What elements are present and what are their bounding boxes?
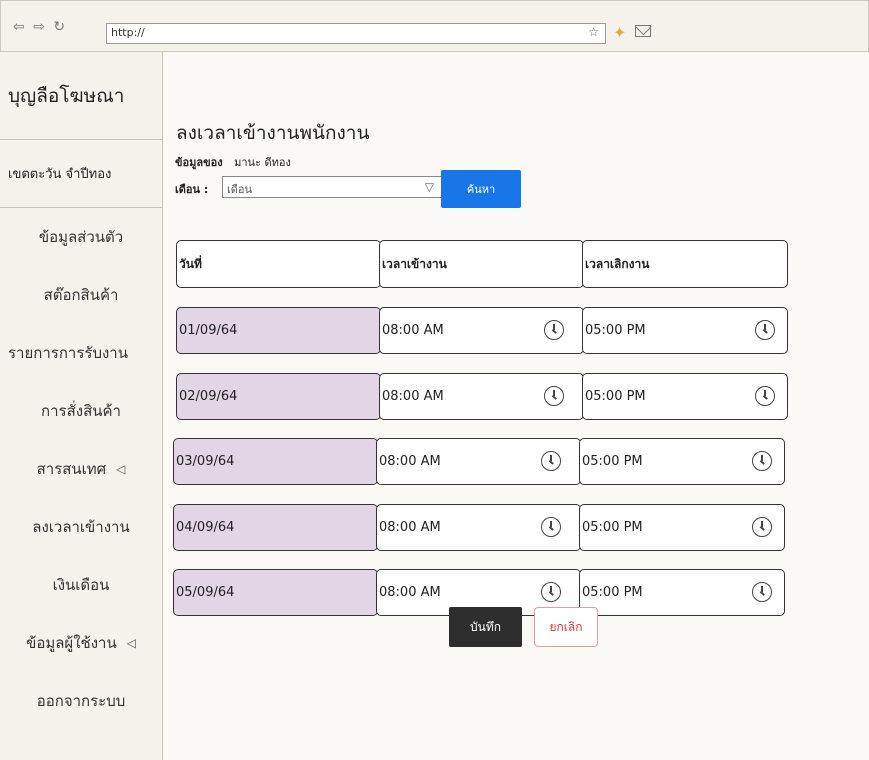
end-time-value: 05:00 PM [585, 323, 646, 338]
clock-icon[interactable] [755, 320, 775, 340]
sidebar-item-label: ออกจากระบบ [36, 692, 126, 710]
table-row: 01/09/64 08:00 AM 05:00 PM [176, 307, 788, 354]
end-time-field[interactable]: 05:00 PM [582, 373, 788, 420]
owner-name: มานะ ดีทอง [234, 156, 291, 169]
end-time-value: 05:00 PM [582, 520, 643, 535]
sidebar-item-label: ข้อมูลส่วนตัว [38, 228, 124, 246]
clock-icon[interactable] [752, 451, 772, 471]
start-time-field[interactable]: 08:00 AM [376, 504, 581, 551]
month-label: เดือน : [175, 183, 209, 196]
page-title: ลงเวลาเข้างานพนักงาน [176, 122, 370, 144]
column-header-start-time: เวลาเข้างาน [379, 240, 584, 288]
sidebar-item-users[interactable]: ข้อมูลผู้ใช้งาน ◁ [0, 614, 162, 672]
dropdown-triangle-icon: ▽ [424, 180, 434, 194]
end-time-field[interactable]: 05:00 PM [582, 307, 788, 354]
bookmark-star-icon[interactable]: ☆ [588, 25, 599, 39]
mail-icon[interactable] [635, 25, 651, 37]
forward-arrow-icon[interactable]: ⇨ [33, 19, 46, 35]
owner-label: ข้อมูลของ [175, 156, 223, 169]
date-cell: 03/09/64 [173, 438, 378, 485]
end-time-value: 05:00 PM [585, 389, 646, 404]
user-name: เขตตะวัน จำปีทอง [0, 140, 162, 208]
date-cell: 05/09/64 [173, 569, 378, 616]
date-cell: 01/09/64 [176, 307, 381, 354]
sidebar-item-label: เงินเดือน [52, 576, 110, 594]
start-time-value: 08:00 AM [382, 389, 444, 404]
sidebar-item-logout[interactable]: ออกจากระบบ [0, 672, 162, 730]
end-time-value: 05:00 PM [582, 454, 643, 469]
table-row: 04/09/64 08:00 AM 05:00 PM [173, 504, 785, 551]
clock-icon[interactable] [541, 582, 561, 602]
sidebar-item-label: สารสนเทศ [36, 460, 107, 478]
chevron-left-icon: ◁ [126, 636, 136, 650]
column-header-date: วันที่ [176, 240, 381, 288]
clock-icon[interactable] [544, 386, 564, 406]
puzzle-icon[interactable]: ✦ [613, 23, 626, 42]
end-time-field[interactable]: 05:00 PM [579, 438, 785, 485]
owner-info: ข้อมูลของ มานะ ดีทอง [175, 153, 291, 171]
main-content: ลงเวลาเข้างานพนักงาน ข้อมูลของ มานะ ดีทอ… [163, 52, 869, 760]
brand-title: บุญลือโฆษณา [0, 52, 162, 140]
end-time-field[interactable]: 05:00 PM [579, 504, 785, 551]
url-bar[interactable]: http:// ☆ [106, 23, 606, 44]
sidebar-item-stock[interactable]: สต๊อกสินค้า [0, 266, 162, 324]
column-header-end-time: เวลาเลิกงาน [582, 240, 788, 288]
clock-icon[interactable] [541, 451, 561, 471]
start-time-value: 08:00 AM [379, 454, 441, 469]
browser-nav-controls: ⇦ ⇨ ↻ [13, 19, 68, 35]
search-button[interactable]: ค้นหา [441, 170, 521, 208]
sidebar-item-timesheet[interactable]: ลงเวลาเข้างาน [0, 498, 162, 556]
date-cell: 04/09/64 [173, 504, 378, 551]
browser-toolbar: ⇦ ⇨ ↻ http:// ☆ ✦ [0, 0, 869, 52]
sidebar-item-jobs[interactable]: รายการการรับงาน [0, 324, 162, 382]
end-time-field[interactable]: 05:00 PM [579, 569, 785, 616]
start-time-value: 08:00 AM [382, 323, 444, 338]
sidebar-item-information[interactable]: สารสนเทศ ◁ [0, 440, 162, 498]
month-select[interactable]: เดือน ▽ [222, 176, 442, 198]
cancel-button[interactable]: ยกเลิก [534, 607, 598, 647]
sidebar-item-label: ลงเวลาเข้างาน [32, 518, 130, 536]
chevron-left-icon: ◁ [116, 462, 126, 476]
sidebar-item-label: รายการการรับงาน [8, 344, 128, 362]
month-select-placeholder: เดือน [227, 183, 253, 196]
date-cell: 02/09/64 [176, 373, 381, 420]
start-time-value: 08:00 AM [379, 520, 441, 535]
clock-icon[interactable] [544, 320, 564, 340]
clock-icon[interactable] [752, 582, 772, 602]
start-time-value: 08:00 AM [379, 585, 441, 600]
clock-icon[interactable] [755, 386, 775, 406]
url-text: http:// [111, 26, 145, 39]
end-time-value: 05:00 PM [582, 585, 643, 600]
start-time-field[interactable]: 08:00 AM [379, 307, 584, 354]
back-arrow-icon[interactable]: ⇦ [13, 19, 26, 35]
sidebar: บุญลือโฆษณา เขตตะวัน จำปีทอง ข้อมูลส่วนต… [0, 52, 163, 760]
refresh-icon[interactable]: ↻ [53, 19, 66, 35]
sidebar-menu: ข้อมูลส่วนตัว สต๊อกสินค้า รายการการรับงา… [0, 208, 162, 730]
clock-icon[interactable] [541, 517, 561, 537]
start-time-field[interactable]: 08:00 AM [379, 373, 584, 420]
table-row: 03/09/64 08:00 AM 05:00 PM [173, 438, 785, 485]
sidebar-item-label: สต๊อกสินค้า [43, 286, 119, 304]
start-time-field[interactable]: 08:00 AM [376, 438, 581, 485]
sidebar-item-profile[interactable]: ข้อมูลส่วนตัว [0, 208, 162, 266]
clock-icon[interactable] [752, 517, 772, 537]
sidebar-item-label: ข้อมูลผู้ใช้งาน [26, 634, 117, 652]
sidebar-item-salary[interactable]: เงินเดือน [0, 556, 162, 614]
sidebar-item-orders[interactable]: การสั่งสินค้า [0, 382, 162, 440]
sidebar-item-label: การสั่งสินค้า [41, 402, 121, 420]
table-row: 02/09/64 08:00 AM 05:00 PM [176, 373, 788, 420]
save-button[interactable]: บันทึก [449, 607, 522, 647]
